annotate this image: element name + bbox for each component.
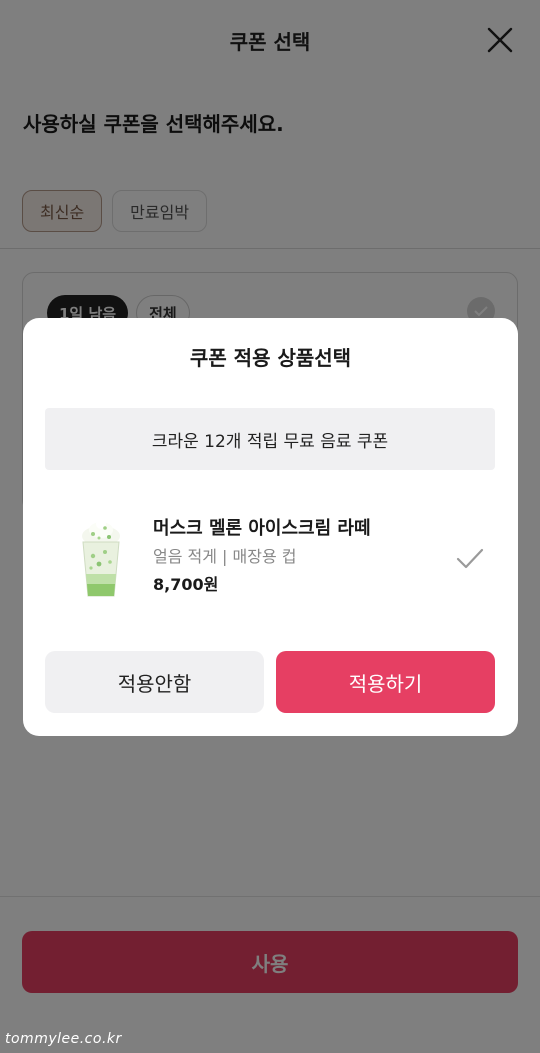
product-select-modal: 쿠폰 적용 상품선택 크라운 12개 적립 무료 음료 쿠폰 머스크 멜론 아이… [23,318,518,736]
coupon-name-box: 크라운 12개 적립 무료 음료 쿠폰 [45,408,495,470]
product-name: 머스크 멜론 아이스크림 라떼 [153,518,371,539]
product-option: 얼음 적게 | 매장용 컵 [153,547,297,566]
product-info: 머스크 멜론 아이스크림 라떼 얼음 적게 | 매장용 컵 8,700원 [153,516,371,598]
product-image [75,516,127,600]
product-price: 8,700원 [153,575,219,594]
apply-button[interactable]: 적용하기 [276,651,495,713]
watermark: tommylee.co.kr [5,1031,122,1047]
product-item[interactable]: 머스크 멜론 아이스크림 라떼 얼음 적게 | 매장용 컵 8,700원 [45,508,495,608]
check-icon [456,548,484,569]
do-not-apply-button[interactable]: 적용안함 [45,651,264,713]
modal-title: 쿠폰 적용 상품선택 [189,346,352,370]
product-check-toggle[interactable] [455,546,485,572]
